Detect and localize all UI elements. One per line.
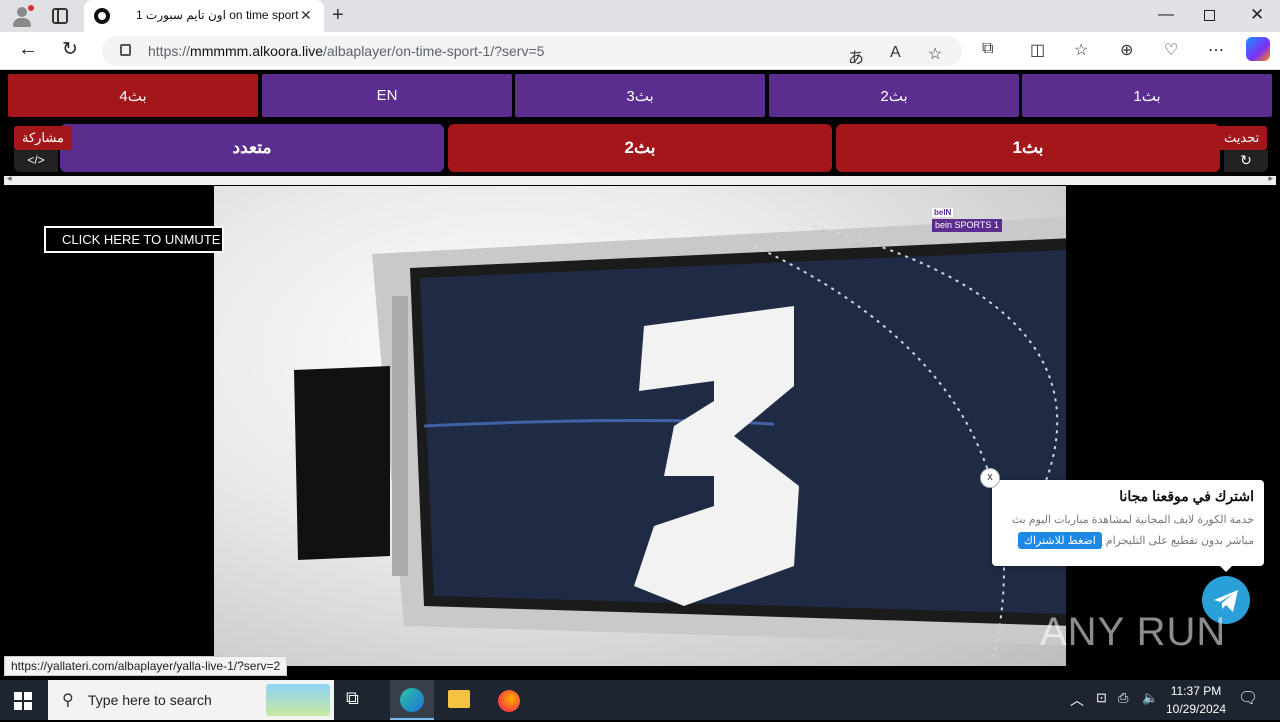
share-button[interactable]: مشاركة bbox=[14, 126, 72, 150]
subscribe-popup: اشترك في موقعنا مجانا خدمة الكورة لايف ا… bbox=[992, 480, 1264, 566]
maximize-button[interactable] bbox=[1204, 10, 1215, 21]
stream-tab-3[interactable]: بث3 bbox=[515, 74, 765, 117]
windows-taskbar: ⚲ Type here to search ⧉ ︿ ⊡ ⎙ 🔈 11:37 PM… bbox=[0, 680, 1280, 720]
popup-close-button[interactable]: x bbox=[980, 468, 1000, 488]
browser-tab-active[interactable]: اون تايم سبورت 1 on time sport ✕ bbox=[84, 0, 324, 32]
browser-toolbar: ← ↻ https://mmmmm.alkoora.live/albaplaye… bbox=[0, 32, 1280, 70]
more-menu-icon[interactable]: ⋯ bbox=[1208, 40, 1224, 60]
search-icon: ⚲ bbox=[62, 692, 74, 709]
clock-time[interactable]: 11:37 PM bbox=[1168, 684, 1224, 698]
stream-tab-2[interactable]: بث2 bbox=[769, 74, 1019, 117]
collections-icon[interactable]: ⊕ bbox=[1120, 40, 1133, 60]
new-tab-button[interactable]: + bbox=[332, 4, 344, 27]
task-view-icon[interactable]: ⧉ bbox=[346, 688, 386, 720]
clock-date[interactable]: 10/29/2024 bbox=[1160, 702, 1232, 716]
tab-title: اون تايم سبورت 1 on time sport bbox=[136, 8, 299, 22]
profile-icon[interactable] bbox=[10, 5, 34, 27]
firefox-icon[interactable] bbox=[496, 686, 536, 718]
stream-tab-4[interactable]: بث4 bbox=[8, 74, 258, 117]
stream-tab-1[interactable]: بث1 bbox=[1022, 74, 1272, 117]
video-player[interactable] bbox=[214, 186, 1066, 666]
horizontal-scrollbar[interactable]: ◂ ▸ bbox=[4, 173, 1276, 185]
lock-icon[interactable] bbox=[120, 44, 131, 56]
tab-close-button[interactable]: ✕ bbox=[300, 7, 312, 24]
popup-text-line2: مباشر بدون تقطيع على التليجرام bbox=[1105, 535, 1254, 547]
notifications-icon[interactable]: 🗨 bbox=[1238, 688, 1278, 720]
channel-logo: beIN bein SPORTS 1 bbox=[932, 208, 1022, 234]
search-placeholder[interactable]: Type here to search bbox=[88, 692, 212, 708]
taskbar-search[interactable]: ⚲ Type here to search bbox=[48, 680, 334, 720]
address-bar[interactable]: https://mmmmm.alkoora.live/albaplayer/on… bbox=[102, 36, 962, 68]
copilot-icon[interactable] bbox=[1246, 37, 1270, 61]
soccer-ball-icon bbox=[94, 8, 110, 24]
status-bar-url: https://yallateri.com/albaplayer/yalla-l… bbox=[4, 656, 288, 676]
unmute-button[interactable]: CLICK HERE TO UNMUTE bbox=[44, 226, 224, 253]
browser-title-bar: اون تايم سبورت 1 on time sport ✕ + — ✕ bbox=[0, 0, 1280, 32]
refresh-icon[interactable]: ↻ bbox=[1224, 150, 1268, 172]
extensions-icon[interactable]: ⧉ bbox=[982, 40, 993, 58]
file-explorer-icon[interactable] bbox=[446, 686, 486, 718]
popup-text-line1: خدمة الكورة لايف المجانية لمشاهدة مباريا… bbox=[1011, 514, 1254, 526]
stream-tab-en[interactable]: EN bbox=[262, 74, 512, 117]
read-aloud-icon[interactable]: A bbox=[890, 44, 901, 62]
search-highlight-image bbox=[266, 684, 330, 716]
back-arrow-icon[interactable]: ← bbox=[18, 38, 38, 61]
split-screen-icon[interactable]: ◫ bbox=[1030, 40, 1045, 60]
page-content: بث4 EN بث3 بث2 بث1 متعدد بث2 بث1 </> مشا… bbox=[4, 70, 1276, 666]
close-window-button[interactable]: ✕ bbox=[1250, 5, 1264, 25]
share-icon[interactable]: </> bbox=[14, 150, 58, 172]
favorites-icon[interactable]: ☆ bbox=[1074, 40, 1088, 60]
reload-icon[interactable]: ↻ bbox=[62, 38, 78, 61]
translate-icon[interactable]: あ bbox=[848, 44, 864, 68]
popup-title: اشترك في موقعنا مجانا bbox=[1119, 488, 1254, 504]
url-text[interactable]: https://mmmmm.alkoora.live/albaplayer/on… bbox=[148, 43, 544, 59]
minimize-button[interactable]: — bbox=[1158, 6, 1174, 24]
scroll-left-icon[interactable]: ◂ bbox=[7, 173, 12, 184]
stream-1-button[interactable]: بث1 bbox=[836, 124, 1220, 172]
popup-tail bbox=[1218, 564, 1234, 572]
stream-multi-button[interactable]: متعدد bbox=[60, 124, 444, 172]
subscribe-button[interactable]: اضغط للاشتراك bbox=[1017, 532, 1102, 549]
anyrun-watermark: ANY RUN bbox=[1040, 610, 1227, 654]
edge-taskbar-icon[interactable] bbox=[390, 680, 434, 720]
tab-actions-icon[interactable] bbox=[52, 8, 68, 24]
browser-essentials-icon[interactable]: ♡ bbox=[1164, 40, 1178, 60]
stream-2-button[interactable]: بث2 bbox=[448, 124, 832, 172]
refresh-button[interactable]: تحديث bbox=[1216, 126, 1268, 150]
favorite-star-icon[interactable]: ☆ bbox=[928, 44, 942, 64]
windows-start-icon[interactable] bbox=[14, 692, 32, 710]
scroll-right-icon[interactable]: ▸ bbox=[1268, 173, 1273, 184]
